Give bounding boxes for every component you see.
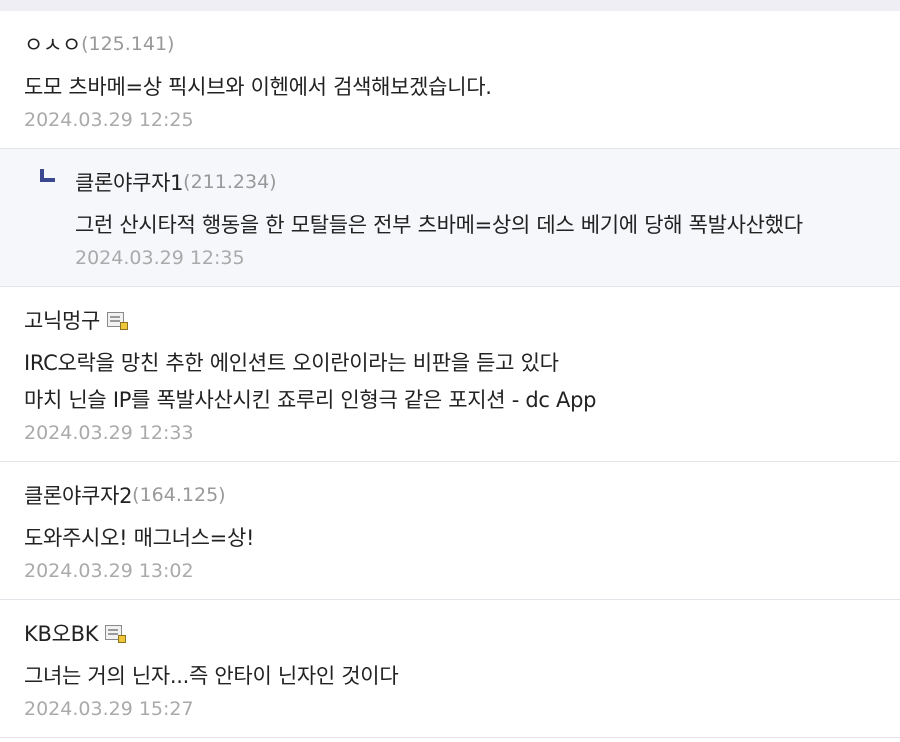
comment-text: 그녀는 거의 닌자...즉 안타이 닌자인 것이다 [24,664,399,688]
ip-address: (125.141) [81,33,175,55]
nickname[interactable]: 고닉멍구 [24,305,100,335]
comment-date: 2024.03.29 13:02 [24,560,194,582]
comment-text: 도와주시오! 매그너스=상! [24,526,255,550]
reply-arrow-icon [40,169,55,182]
ip-address: (211.234) [183,171,277,193]
ip-address: (164.125) [132,484,226,506]
comment-date: 2024.03.29 12:33 [24,422,194,444]
comment-text: 그런 산시타적 행동을 한 모탈들은 전부 츠바메=상의 데스 베기에 당해 폭… [75,213,803,237]
comment-author: KB오BK [24,618,127,648]
reply-item: 클론야쿠자1 (211.234) 그런 산시타적 행동을 한 모탈들은 전부 츠바… [0,149,900,287]
comment-date: 2024.03.29 15:27 [24,698,194,720]
fixed-member-icon [104,623,127,643]
comment-text: 도모 츠바메=상 픽시브와 이헨에서 검색해보겠습니다. [24,75,492,99]
comment-item: 클론야쿠자2 (164.125) 도와주시오! 매그너스=상! 2024.03.2… [0,462,900,600]
nickname[interactable]: KB오BK [24,618,98,648]
fixed-member-icon [106,310,129,330]
nickname[interactable]: 클론야쿠자2 [24,480,132,510]
comment-author: 클론야쿠자1 (211.234) [75,167,277,197]
comment-item: KB오BK 그녀는 거의 닌자...즉 안타이 닌자인 것이다 2024.03.… [0,600,900,738]
comment-item: 고닉멍구 IRC오락을 망친 추한 에인션트 오이란이라는 비판을 듣고 있다 … [0,287,900,462]
nickname[interactable]: ㅇㅅㅇ [24,29,81,59]
comment-text: 마치 닌슬 IP를 폭발사산시킨 죠루리 인형극 같은 포지션 - dc App [24,388,597,412]
comment-item: ㅇㅅㅇ (125.141) 도모 츠바메=상 픽시브와 이헨에서 검색해보겠습니다… [0,11,900,149]
comment-text: IRC오락을 망친 추한 에인션트 오이란이라는 비판을 듣고 있다 [24,351,559,375]
top-divider [0,0,900,11]
comment-author: 클론야쿠자2 (164.125) [24,480,226,510]
comment-date: 2024.03.29 12:25 [24,109,194,131]
comment-date: 2024.03.29 12:35 [75,247,245,269]
nickname[interactable]: 클론야쿠자1 [75,167,183,197]
comment-author: ㅇㅅㅇ (125.141) [24,29,174,59]
comment-author: 고닉멍구 [24,305,129,335]
